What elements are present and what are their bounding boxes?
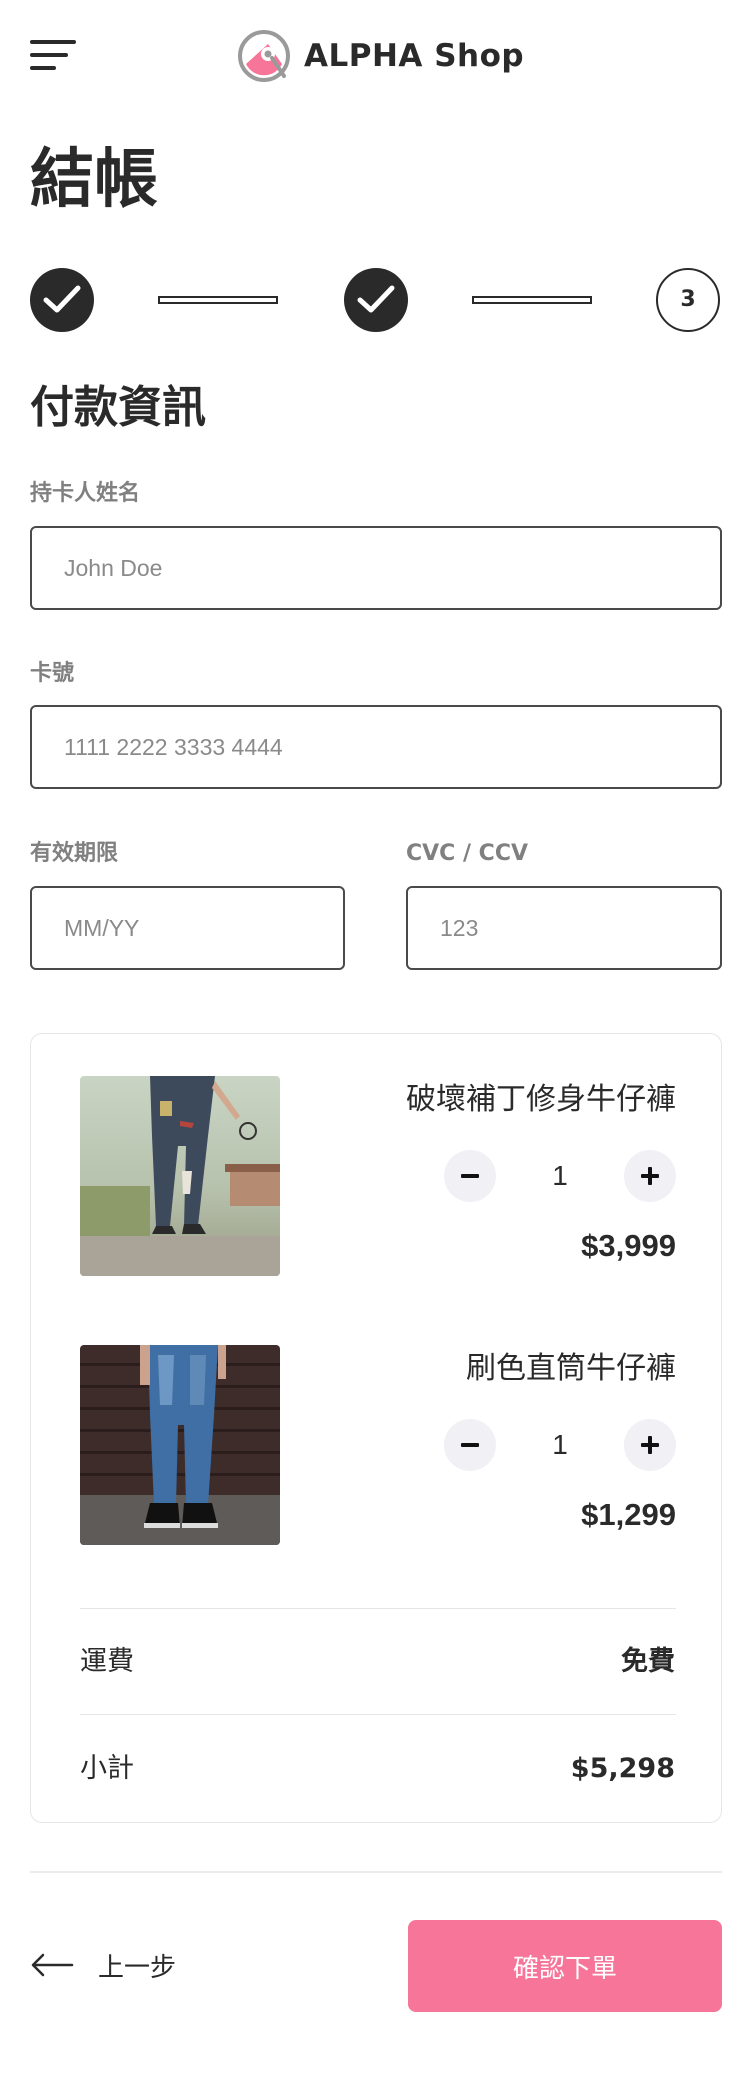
product-image	[80, 1345, 280, 1545]
expiry-label: 有效期限	[30, 841, 119, 866]
quantity-value: 1	[552, 1160, 568, 1191]
product-price: $1,299	[581, 1497, 676, 1532]
product-name: 刷色直筒牛仔褲	[466, 1351, 676, 1386]
cvc-label: CVC / CCV	[406, 841, 528, 866]
decrease-quantity-button[interactable]	[444, 1419, 496, 1471]
shipping-value: 免費	[621, 1646, 675, 1677]
quantity-stepper: 1	[444, 1419, 676, 1471]
increase-quantity-button[interactable]	[624, 1419, 676, 1471]
back-button-label: 上一步	[98, 1952, 177, 1983]
alpha-logo-icon	[238, 30, 290, 82]
step-connector	[472, 296, 592, 304]
step-3-current: 3	[656, 268, 720, 332]
checkout-stepper: 3	[30, 268, 722, 334]
quantity-value: 1	[552, 1429, 568, 1460]
arrow-left-icon	[31, 1953, 74, 1977]
product-photo-straight-jeans	[80, 1345, 280, 1545]
page-title: 結帳	[30, 143, 158, 217]
step-1-completed	[30, 268, 94, 332]
shipping-label: 運費	[80, 1646, 134, 1677]
header: ALPHA Shop	[0, 0, 750, 110]
step-2-completed	[344, 268, 408, 332]
confirm-order-button[interactable]: 確認下單	[408, 1920, 722, 2012]
cardholder-name-input[interactable]	[30, 526, 722, 610]
cvc-input[interactable]	[406, 886, 722, 970]
cart-item: 刷色直筒牛仔褲 1 $1,299	[80, 1345, 676, 1545]
check-icon	[357, 285, 395, 313]
minus-icon	[461, 1174, 479, 1178]
brand-name: ALPHA Shop	[304, 38, 525, 74]
subtotal-value: $5,298	[570, 1753, 675, 1784]
step-connector	[158, 296, 278, 304]
quantity-stepper: 1	[444, 1150, 676, 1202]
hamburger-menu-icon[interactable]	[30, 38, 76, 72]
product-image	[80, 1076, 280, 1276]
expiry-input[interactable]	[30, 886, 345, 970]
minus-icon	[461, 1443, 479, 1447]
back-button[interactable]: 上一步	[30, 1940, 176, 1990]
card-number-input[interactable]	[30, 705, 722, 789]
check-icon	[43, 285, 81, 313]
increase-quantity-button[interactable]	[624, 1150, 676, 1202]
divider	[80, 1608, 676, 1609]
product-name: 破壞補丁修身牛仔褲	[406, 1082, 676, 1117]
cart-panel: 破壞補丁修身牛仔褲 1 $3,999 刷色直筒牛仔褲 1 $1,299 運費 免…	[30, 1033, 722, 1823]
card-number-label: 卡號	[30, 661, 75, 686]
divider	[80, 1714, 676, 1715]
footer-divider	[30, 1871, 722, 1873]
product-photo-distressed-jeans	[80, 1076, 280, 1276]
section-title: 付款資訊	[30, 382, 206, 433]
decrease-quantity-button[interactable]	[444, 1150, 496, 1202]
cardholder-label: 持卡人姓名	[30, 481, 141, 506]
brand-logo[interactable]: ALPHA Shop	[238, 30, 524, 82]
product-price: $3,999	[581, 1228, 676, 1263]
cart-item: 破壞補丁修身牛仔褲 1 $3,999	[80, 1076, 676, 1276]
subtotal-label: 小計	[80, 1753, 134, 1784]
